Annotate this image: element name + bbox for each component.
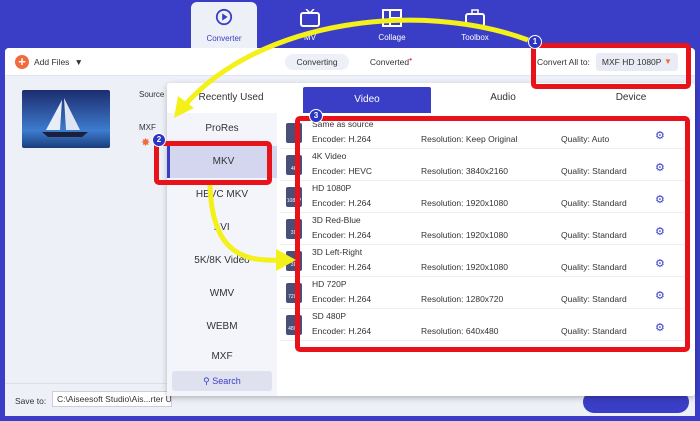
video-thumbnail[interactable] <box>22 90 110 148</box>
tab-recently-used[interactable]: Recently Used <box>167 83 295 113</box>
chevron-down-icon[interactable]: ▼ <box>74 57 82 67</box>
nav-label: Toolbox <box>461 33 489 42</box>
tab-converted-label: Converted <box>369 57 410 67</box>
format-item-wmv[interactable]: WMV <box>167 278 277 310</box>
search-button[interactable]: ⚲ Search <box>172 371 272 391</box>
collage-icon <box>382 9 402 27</box>
nav-label: Collage <box>378 33 406 42</box>
format-item-5k-8k[interactable]: 5K/8K Video <box>167 245 277 277</box>
tab-video[interactable]: Video <box>303 87 431 113</box>
nav-label: Converter <box>206 34 242 43</box>
converter-icon <box>215 8 233 26</box>
add-files-button[interactable]: + Add Files ▼ <box>15 54 83 70</box>
nav-tab-mv[interactable]: MV <box>275 4 345 46</box>
nav-label: MV <box>304 33 316 42</box>
tv-icon <box>300 9 320 27</box>
nav-tab-toolbox[interactable]: Toolbox <box>440 4 510 46</box>
highlight-box-presets <box>295 116 690 352</box>
plus-icon: + <box>15 55 29 69</box>
toolbox-icon <box>465 9 485 27</box>
tab-converted[interactable]: Converted• <box>361 54 421 70</box>
add-files-label: Add Files <box>34 57 70 67</box>
notification-dot: • <box>409 54 413 64</box>
app-frame: Converter MV Collage Toolbox + Add Files… <box>0 0 700 421</box>
nav-tab-collage[interactable]: Collage <box>357 4 427 46</box>
format-item-webm[interactable]: WEBM <box>167 311 277 343</box>
source-label: Source <box>139 90 165 99</box>
format-item-mxf[interactable]: MXF <box>167 341 277 373</box>
tab-converting[interactable]: Converting <box>285 54 349 70</box>
highlight-box-mkv <box>154 141 272 185</box>
save-path-field[interactable]: C:\Aiseesoft Studio\Ais...rter U <box>52 391 172 407</box>
format-label: MXF <box>139 123 156 132</box>
nav-tab-converter[interactable]: Converter <box>191 2 257 48</box>
step-badge-1: 1 <box>528 35 542 49</box>
format-item-avi[interactable]: AVI <box>167 212 277 244</box>
sailboat-image <box>42 98 88 137</box>
save-to-label: Save to: <box>15 396 47 406</box>
step-badge-2: 2 <box>152 133 166 147</box>
search-icon: ⚲ <box>203 376 210 386</box>
edit-effect-icon[interactable]: ✸ <box>141 136 150 149</box>
highlight-box-convert-all <box>531 43 691 89</box>
search-label: Search <box>212 376 241 386</box>
step-badge-3: 3 <box>309 109 323 123</box>
